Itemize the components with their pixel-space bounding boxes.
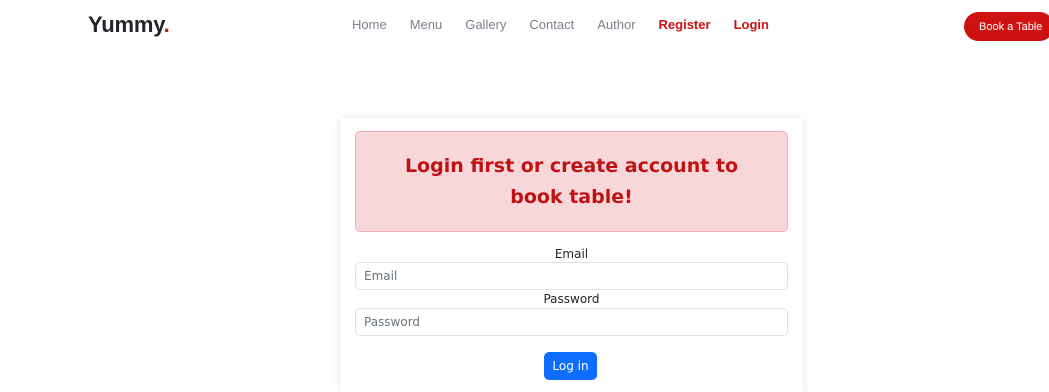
login-required-alert: Login first or create account to book ta…: [355, 131, 788, 232]
alert-message: Login first or create account to book ta…: [404, 154, 739, 208]
email-input[interactable]: [355, 262, 788, 290]
login-button[interactable]: Log in: [544, 352, 597, 380]
brand-name: Yummy: [88, 12, 164, 37]
nav-item-register[interactable]: Register: [659, 17, 711, 32]
password-input[interactable]: [355, 308, 788, 336]
nav-item-login[interactable]: Login: [734, 17, 769, 32]
nav-item-gallery[interactable]: Gallery: [465, 17, 506, 32]
site-header: Yummy. Home Menu Gallery Contact Author …: [0, 0, 1049, 50]
nav-item-home[interactable]: Home: [352, 17, 387, 32]
nav-item-menu[interactable]: Menu: [410, 17, 443, 32]
email-label: Email: [554, 247, 589, 261]
book-a-table-button[interactable]: Book a Table: [964, 12, 1049, 41]
brand-logo[interactable]: Yummy.: [88, 12, 170, 38]
main-nav: Home Menu Gallery Contact Author Registe…: [352, 17, 792, 32]
password-label: Password: [543, 292, 600, 306]
nav-item-author[interactable]: Author: [597, 17, 635, 32]
login-card: Login first or create account to book ta…: [340, 118, 803, 392]
brand-dot: .: [163, 12, 170, 37]
nav-item-contact[interactable]: Contact: [529, 17, 574, 32]
